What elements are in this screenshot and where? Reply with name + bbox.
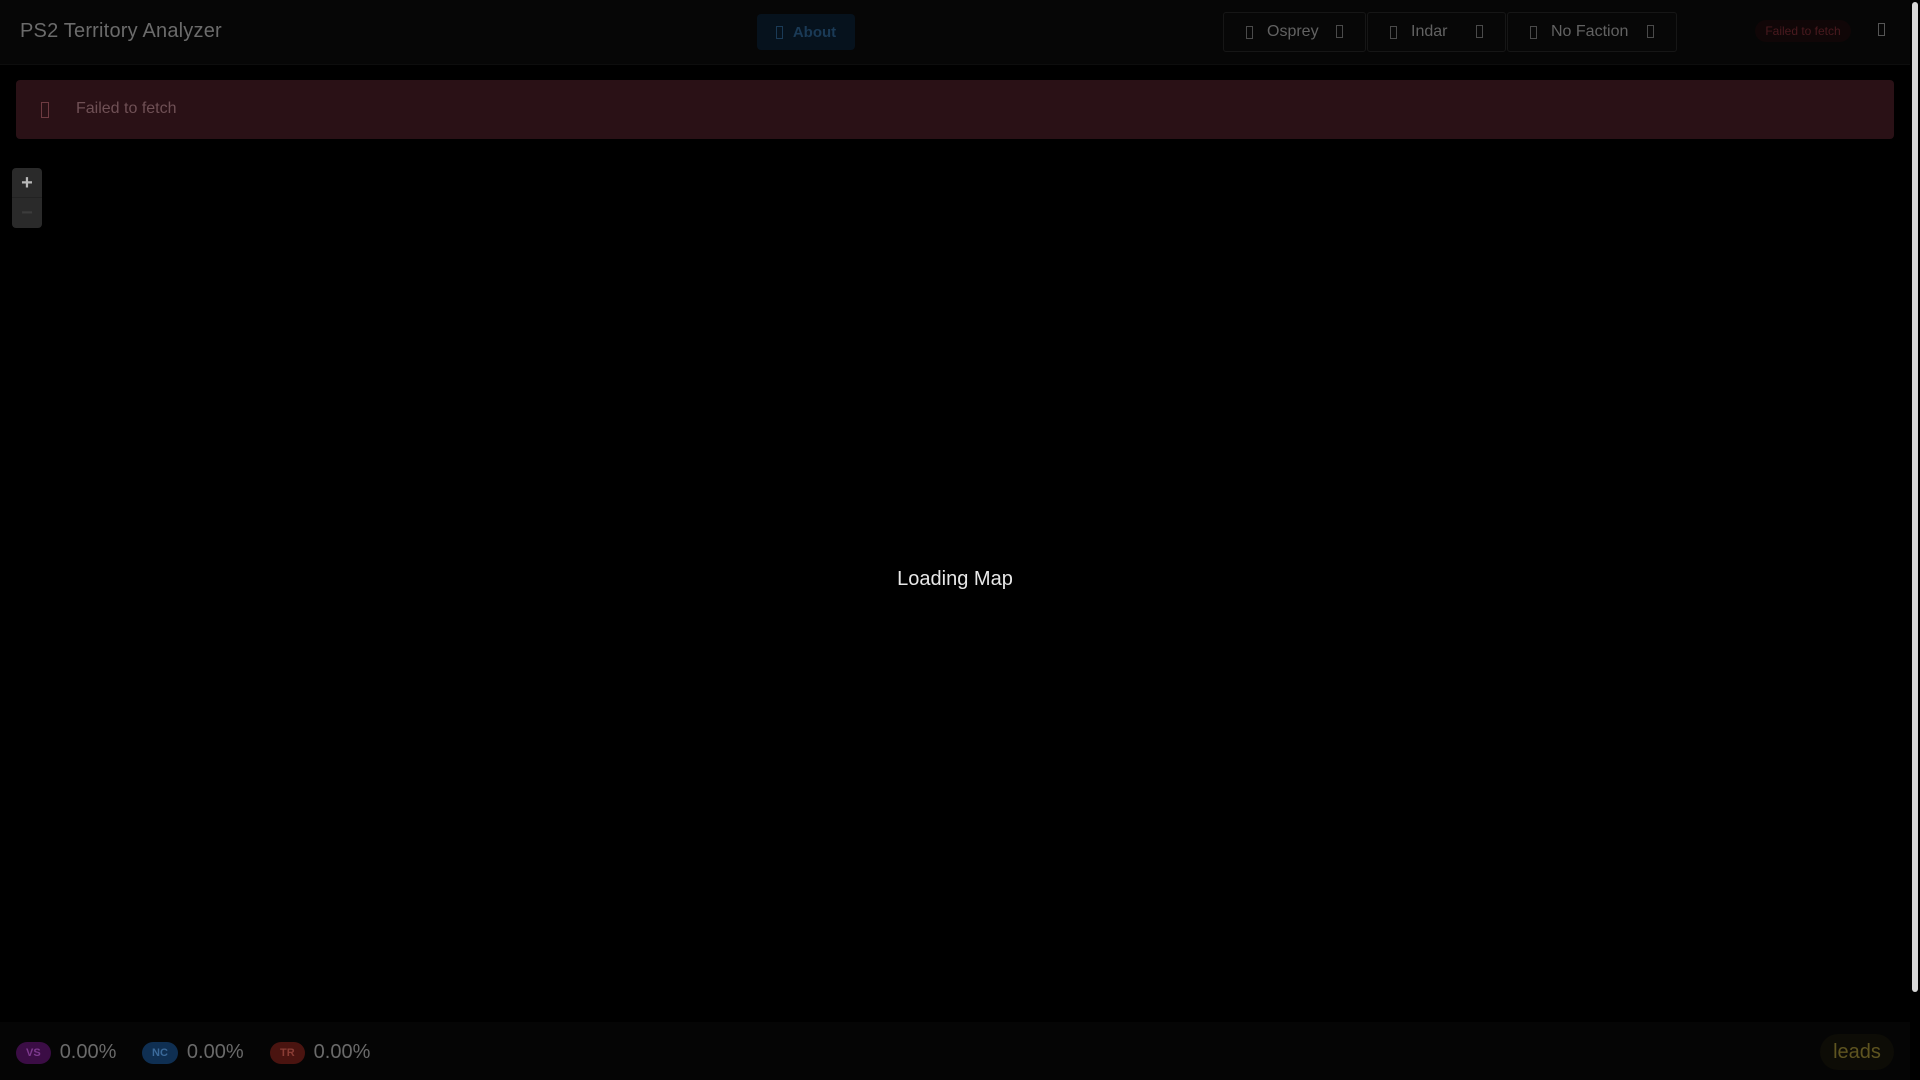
app-root: PS2 Territory Analyzer About Osprey Inda…	[0, 0, 1920, 1080]
faction-badge-tr: TR	[270, 1041, 305, 1064]
info-icon	[775, 25, 783, 39]
faction-selector[interactable]: No Faction	[1507, 12, 1677, 52]
map-zoom-control: + −	[12, 168, 42, 228]
chevron-down-icon	[1336, 25, 1343, 38]
alert-message: Failed to fetch	[76, 100, 177, 117]
faction-nc: NC 0.00%	[142, 1041, 244, 1064]
server-selector[interactable]: Osprey	[1223, 12, 1366, 52]
zoom-out-button[interactable]: −	[12, 198, 42, 228]
faction-selector-label: No Faction	[1551, 23, 1629, 40]
server-icon	[1246, 26, 1253, 39]
continent-selector[interactable]: Indar	[1367, 12, 1506, 52]
faction-stats-bar: VS 0.00% NC 0.00% TR 0.00% leads	[0, 1022, 1910, 1080]
faction-percent-vs: 0.00%	[59, 1041, 117, 1063]
continent-selector-label: Indar	[1411, 23, 1448, 40]
about-label: About	[792, 23, 837, 41]
scrollbar-thumb[interactable]	[1912, 2, 1918, 992]
chevron-down-icon	[1476, 25, 1483, 38]
menu-icon[interactable]	[1878, 23, 1885, 36]
leads-button[interactable]: leads	[1820, 1034, 1894, 1070]
faction-tr: TR 0.00%	[270, 1041, 370, 1064]
error-alert: Failed to fetch	[16, 80, 1894, 139]
faction-badge-nc: NC	[142, 1041, 178, 1064]
status-badge: Failed to fetch	[1755, 20, 1851, 42]
flag-icon	[1530, 26, 1537, 39]
top-navbar: PS2 Territory Analyzer About Osprey Inda…	[0, 0, 1910, 65]
map-loading-text: Loading Map	[897, 568, 1013, 590]
warning-icon	[41, 102, 49, 118]
map-icon	[1390, 26, 1397, 39]
chevron-down-icon	[1647, 25, 1654, 38]
faction-vs: VS 0.00%	[16, 1041, 116, 1064]
app-title[interactable]: PS2 Territory Analyzer	[20, 20, 222, 43]
faction-percent-tr: 0.00%	[313, 1041, 371, 1063]
page-scrollbar[interactable]	[1910, 0, 1920, 1080]
faction-badge-vs: VS	[16, 1041, 51, 1064]
server-selector-label: Osprey	[1267, 23, 1319, 40]
faction-percent-nc: 0.00%	[186, 1041, 244, 1063]
about-button[interactable]: About	[757, 14, 855, 50]
zoom-in-button[interactable]: +	[12, 168, 42, 198]
